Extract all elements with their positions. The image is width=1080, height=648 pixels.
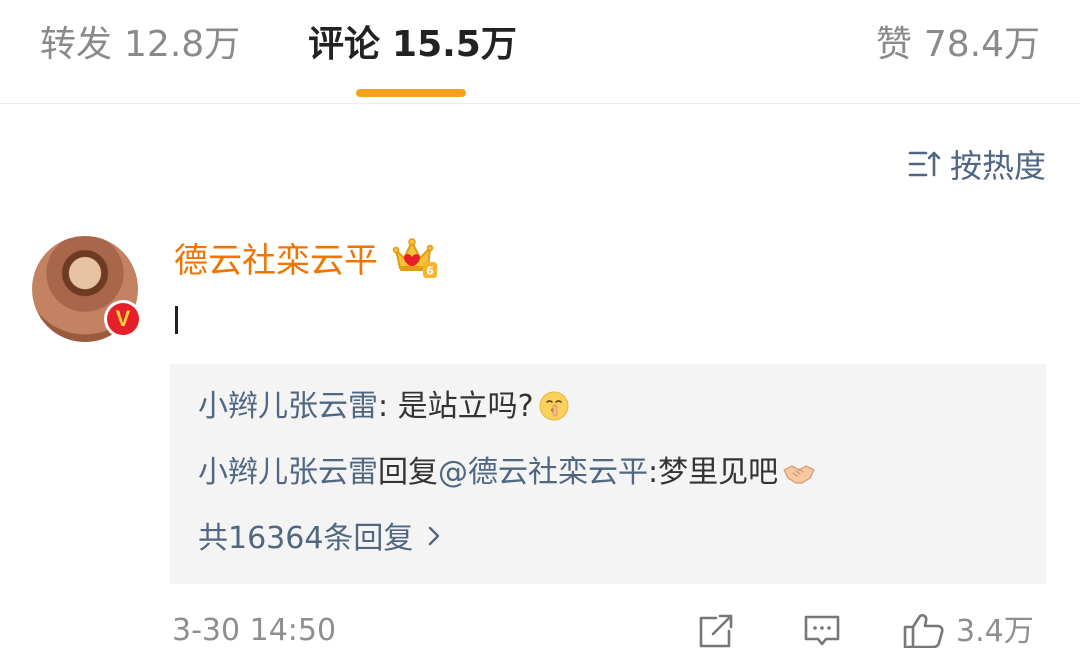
reply-word: 回复 bbox=[378, 455, 438, 490]
comment-username[interactable]: 德云社栾云平 bbox=[174, 239, 378, 283]
share-icon bbox=[696, 612, 736, 648]
tab-repost[interactable]: 转发 12.8万 bbox=[40, 22, 240, 68]
sort-button[interactable]: 按热度 bbox=[908, 144, 1046, 185]
tab-comment[interactable]: 评论 15.5万 bbox=[308, 22, 517, 68]
member-crown-icon[interactable]: 6 bbox=[390, 236, 438, 280]
sort-icon bbox=[908, 149, 942, 179]
verified-v-icon: V bbox=[104, 300, 142, 338]
handshake-emoji bbox=[782, 458, 816, 498]
reply-user[interactable]: 小辫儿张云雷 bbox=[198, 389, 378, 424]
tab-like-count: 78.4万 bbox=[923, 24, 1040, 65]
comment-page: 转发 12.8万 评论 15.5万 赞 78.4万 按热度 V 德云社栾云平 6… bbox=[0, 0, 1080, 648]
tab-comment-count: 15.5万 bbox=[392, 24, 517, 65]
like-button[interactable]: 3.4万 bbox=[902, 612, 1034, 648]
reply-separator: : bbox=[378, 389, 398, 424]
comment-timestamp: 3-30 14:50 bbox=[172, 613, 337, 648]
thumbs-up-icon bbox=[902, 612, 946, 648]
active-tab-indicator bbox=[356, 89, 466, 97]
reply-user[interactable]: 小辫儿张云雷 bbox=[198, 455, 378, 490]
comment-icon bbox=[802, 612, 842, 648]
tab-like-label: 赞 bbox=[875, 24, 912, 65]
avatar[interactable]: V bbox=[32, 236, 142, 342]
reply-item[interactable]: 小辫儿张云雷回复@德云社栾云平:梦里见吧 bbox=[198, 454, 1018, 498]
reply-text: :梦里见吧 bbox=[648, 455, 779, 490]
comment-button[interactable] bbox=[802, 612, 842, 648]
reply-text: 是站立吗? bbox=[397, 389, 534, 424]
tab-comment-label: 评论 bbox=[308, 24, 381, 65]
like-count: 3.4万 bbox=[956, 614, 1034, 648]
chevron-right-icon bbox=[427, 520, 441, 558]
shush-face-emoji bbox=[538, 390, 570, 432]
tab-like[interactable]: 赞 78.4万 bbox=[876, 22, 1040, 68]
mention-link[interactable]: @德云社栾云平 bbox=[438, 455, 648, 490]
tab-repost-label: 转发 bbox=[40, 24, 113, 65]
more-replies-link[interactable]: 共16364条回复 bbox=[198, 520, 441, 558]
sort-label: 按热度 bbox=[949, 147, 1046, 185]
reply-item[interactable]: 小辫儿张云雷: 是站立吗? bbox=[198, 388, 1018, 432]
crown-level: 6 bbox=[426, 265, 434, 278]
text-cursor bbox=[175, 306, 178, 334]
more-replies-label: 共16364条回复 bbox=[198, 521, 414, 556]
reply-preview-box[interactable]: 小辫儿张云雷: 是站立吗? 小辫儿张云雷回复@德云社栾云平:梦里见吧 共1636… bbox=[170, 364, 1046, 584]
share-button[interactable] bbox=[696, 612, 736, 648]
tab-repost-count: 12.8万 bbox=[124, 24, 241, 65]
tab-bar: 转发 12.8万 评论 15.5万 赞 78.4万 bbox=[0, 0, 1080, 104]
